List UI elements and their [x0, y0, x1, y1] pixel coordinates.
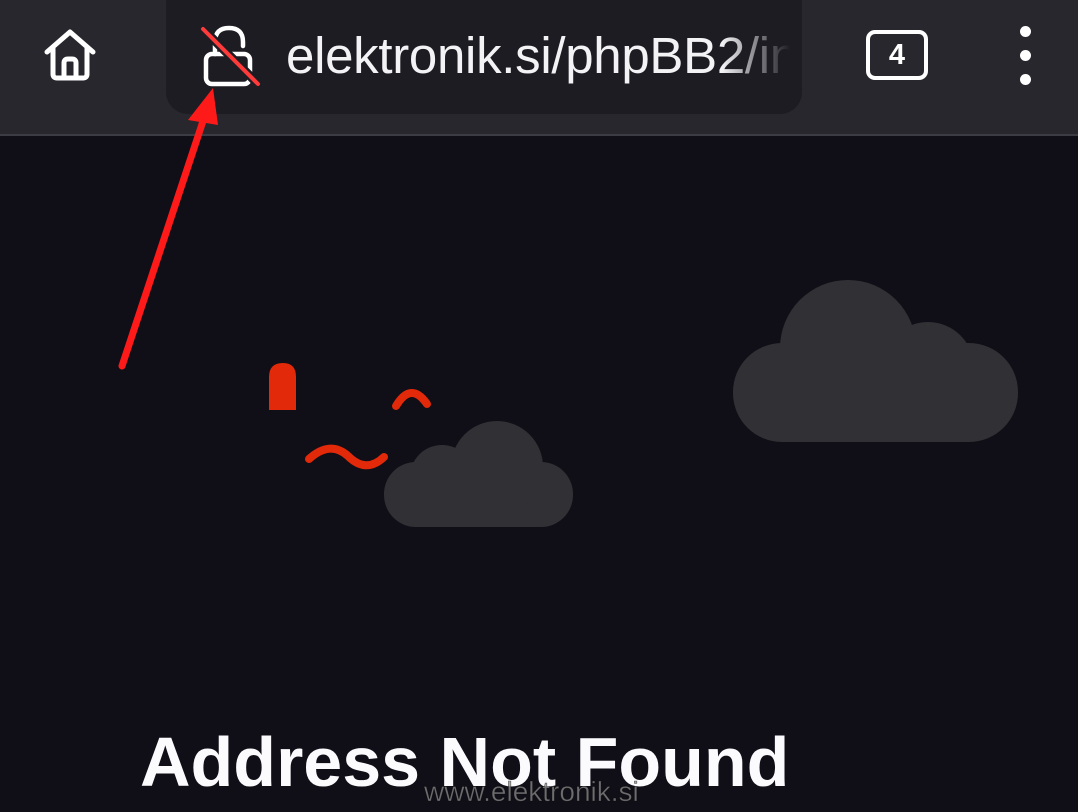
tab-count: 4: [888, 38, 906, 71]
menu-dot: [1020, 74, 1031, 85]
broken-lock-icon[interactable]: [194, 20, 264, 90]
home-button[interactable]: [32, 16, 108, 92]
large-cloud: [733, 280, 1018, 442]
kebab-menu-icon[interactable]: [1004, 22, 1048, 88]
home-icon: [44, 29, 96, 81]
small-cloud: [384, 421, 573, 527]
menu-dot: [1020, 50, 1031, 61]
url-text[interactable]: elektronik.si/phpBB2/in: [286, 26, 798, 86]
browser-toolbar: elektronik.si/phpBB2/in 4: [0, 0, 1078, 136]
menu-dot: [1020, 26, 1031, 37]
watermark: www.elektronik.si: [424, 776, 639, 808]
dino-fragments: [269, 363, 431, 470]
url-bar[interactable]: elektronik.si/phpBB2/in: [166, 0, 802, 114]
tab-counter-button[interactable]: 4: [866, 30, 928, 80]
